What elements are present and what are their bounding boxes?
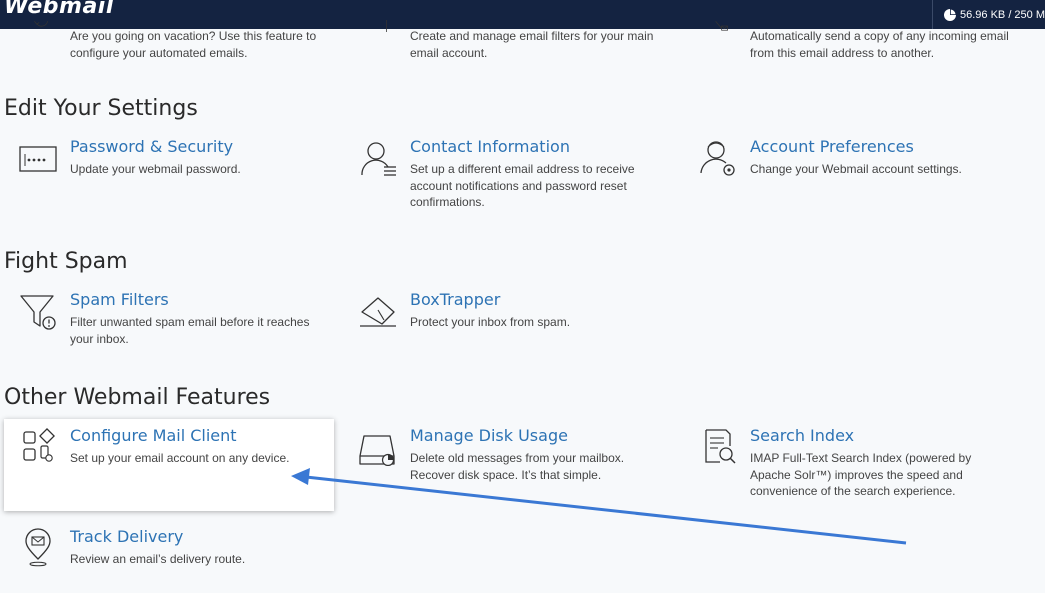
configure-mail-client-link[interactable]: Configure Mail Client: [70, 426, 237, 445]
spam-filters-description: Filter unwanted spam email before it rea…: [70, 315, 310, 346]
track-delivery-link[interactable]: Track Delivery: [70, 527, 183, 546]
disk-usage-icon: [359, 435, 395, 466]
other-features-heading: Other Webmail Features: [4, 385, 271, 410]
forwarder-icon: [715, 20, 728, 31]
boxtrapper-link[interactable]: BoxTrapper: [410, 290, 500, 309]
password-icon: [19, 146, 57, 172]
edit-settings-heading: Edit Your Settings: [4, 96, 198, 121]
spam-filter-icon: [20, 295, 56, 330]
contact-icon: [361, 142, 396, 176]
account-preferences-description: Change your Webmail account settings.: [750, 162, 962, 176]
email-filters-description: Create and manage email filters for your…: [410, 29, 654, 60]
webmail-logo[interactable]: Webmail: [4, 0, 114, 19]
contact-information-link[interactable]: Contact Information: [410, 137, 570, 156]
top-navigation-bar: Webmail 56.96 KB / 250 M: [0, 0, 1045, 29]
search-index-description: IMAP Full-Text Search Index (powered by …: [750, 451, 972, 498]
search-index-link[interactable]: Search Index: [750, 426, 854, 445]
account-preferences-icon: [700, 141, 735, 176]
disk-quota-indicator[interactable]: 56.96 KB / 250 M: [932, 0, 1045, 29]
forwarders-description: Automatically send a copy of any incomin…: [750, 29, 1009, 60]
manage-disk-usage-link[interactable]: Manage Disk Usage: [410, 426, 568, 445]
password-security-description: Update your webmail password.: [70, 162, 241, 176]
configure-mail-client-icon: [23, 428, 55, 462]
autoresponders-description: Are you going on vacation? Use this feat…: [70, 29, 317, 60]
track-delivery-description: Review an email’s delivery route.: [70, 552, 246, 566]
contact-information-description: Set up a different email address to rece…: [410, 162, 635, 209]
spam-filters-link[interactable]: Spam Filters: [70, 290, 169, 309]
boxtrapper-icon: [360, 297, 396, 327]
manage-disk-usage-description: Delete old messages from your mailbox. R…: [410, 451, 625, 482]
autoresponder-icon: [34, 20, 48, 27]
quota-text: 56.96 KB / 250 M: [960, 8, 1045, 21]
password-security-link[interactable]: Password & Security: [70, 137, 233, 156]
pie-chart-icon: [944, 8, 957, 21]
track-delivery-icon: [25, 528, 51, 567]
account-preferences-link[interactable]: Account Preferences: [750, 137, 914, 156]
filter-icon: [386, 20, 387, 32]
boxtrapper-description: Protect your inbox from spam.: [410, 315, 571, 329]
fight-spam-heading: Fight Spam: [4, 249, 128, 274]
configure-mail-client-description: Set up your email account on any device.: [70, 451, 290, 465]
search-index-icon: [705, 429, 736, 464]
